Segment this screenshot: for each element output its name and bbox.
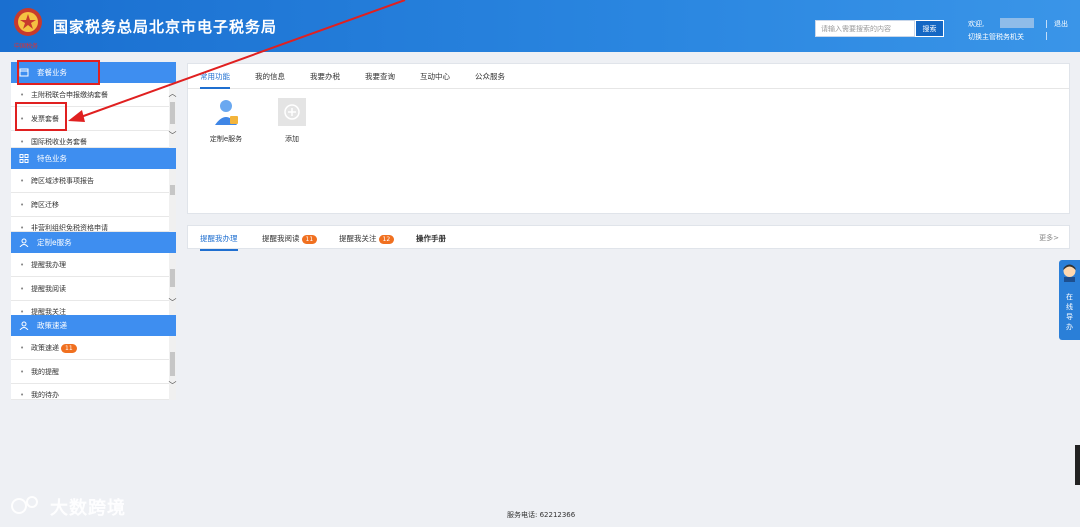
tab-remind-handle[interactable]: 提醒我办理	[200, 233, 238, 251]
site-title[interactable]: 国家税务总局北京市电子税务局	[53, 16, 277, 37]
common-functions-panel: 常用功能 我的信息 我要办税 我要查询 互动中心 公众服务 定制e服务 添加	[187, 63, 1070, 214]
header-separator: |	[1045, 19, 1048, 28]
sidebar-item-remind-follow[interactable]: 提醒我关注	[11, 301, 169, 316]
scrollbar-track[interactable]	[169, 169, 176, 232]
tab-tax-handling[interactable]: 我要办税	[310, 71, 340, 82]
item-label: 政策速递	[31, 344, 59, 352]
sidebar-item-my-reminders[interactable]: 我的提醒	[11, 360, 169, 384]
function-label: 添加	[285, 135, 299, 143]
more-link[interactable]: 更多>	[1039, 233, 1059, 243]
online-guide-button[interactable]: 在线导办	[1059, 260, 1080, 340]
sidebar-item-policy-express[interactable]: 政策速递11	[11, 336, 169, 360]
scroll-thumb[interactable]	[170, 102, 175, 124]
user-icon	[19, 321, 29, 330]
section-title: 定制e服务	[37, 238, 72, 247]
sidebar-item-nonprofit-exemption[interactable]: 非营利组织免税资格申请	[11, 217, 169, 232]
tab-interaction-center[interactable]: 互动中心	[420, 71, 450, 82]
helper-label: 在线导办	[1066, 293, 1073, 331]
user-service-icon	[215, 100, 238, 125]
reminder-panel: 提醒我办理 提醒我阅读 11 提醒我关注 12 操作手册 更多>	[187, 225, 1070, 251]
tab-remind-follow[interactable]: 提醒我关注 12	[339, 233, 395, 244]
annotation-box-invoice	[15, 102, 67, 131]
scroll-thumb[interactable]	[170, 352, 175, 376]
search-button[interactable]: 搜索	[915, 20, 944, 37]
function-label: 定制e服务	[209, 135, 243, 143]
header-separator: |	[1045, 31, 1048, 40]
top-header: 中国税务 国家税务总局北京市电子税务局 请输入需要搜索的内容 搜索 欢迎, | …	[0, 0, 1080, 52]
scroll-down-icon[interactable]: ﹀	[168, 132, 177, 140]
sidebar-item-international-tax[interactable]: 国际税收业务套餐	[11, 131, 169, 148]
annotation-box-package	[17, 60, 100, 85]
tab-manual[interactable]: 操作手册	[416, 233, 446, 244]
user-icon	[19, 238, 29, 247]
sidebar-item-cross-region-report[interactable]: 跨区域涉税事项报告	[11, 169, 169, 193]
assistant-icon	[1063, 264, 1076, 282]
grid-icon	[19, 154, 29, 163]
count-badge: 11	[61, 344, 77, 353]
scroll-thumb[interactable]	[170, 269, 175, 287]
section-title: 政策速递	[37, 321, 67, 330]
search-input[interactable]: 请输入需要搜索的内容	[815, 20, 915, 37]
add-icon	[278, 98, 306, 126]
tab-common-functions[interactable]: 常用功能	[200, 71, 230, 89]
tab-label: 提醒我关注	[339, 234, 377, 243]
sidebar-item-cross-region-move[interactable]: 跨区迁移	[11, 193, 169, 217]
scroll-down-icon[interactable]: ﹀	[168, 382, 177, 390]
scroll-up-icon[interactable]: ︿	[168, 90, 177, 98]
tab-my-info[interactable]: 我的信息	[255, 71, 285, 82]
scroll-down-icon[interactable]: ﹀	[168, 299, 177, 307]
watermark-text: 大数跨境	[50, 498, 126, 519]
count-badge: 12	[378, 235, 395, 244]
sidebar-section-special[interactable]: 特色业务	[11, 148, 176, 169]
tax-emblem-icon	[14, 8, 42, 36]
sidebar-section-custom-service[interactable]: 定制e服务	[11, 232, 176, 253]
username-redacted	[1000, 18, 1034, 28]
logo-subtext: 中国税务	[14, 43, 39, 50]
service-phone: 服务电话: 62212366	[507, 511, 576, 519]
logout-link[interactable]: 退出	[1054, 19, 1068, 29]
tab-query[interactable]: 我要查询	[365, 71, 395, 82]
switch-authority-link[interactable]: 切换主管税务机关	[968, 32, 1024, 42]
sidebar-section-policy[interactable]: 政策速递	[11, 315, 176, 336]
tab-label: 提醒我阅读	[262, 234, 300, 243]
sidebar-item-remind-handle[interactable]: 提醒我办理	[11, 253, 169, 277]
sidebar-item-my-todos[interactable]: 我的待办	[11, 384, 169, 400]
tab-remind-read[interactable]: 提醒我阅读 11	[262, 233, 318, 244]
scroll-thumb[interactable]	[170, 185, 175, 195]
section-title: 特色业务	[37, 154, 67, 163]
tab-public-service[interactable]: 公众服务	[475, 71, 505, 82]
watermark-logo-icon	[11, 496, 38, 514]
function-add[interactable]: 添加	[267, 98, 317, 144]
sidebar-item-remind-read[interactable]: 提醒我阅读	[11, 277, 169, 301]
function-custom-service[interactable]: 定制e服务	[201, 98, 251, 144]
main-tabs: 常用功能 我的信息 我要办税 我要查询 互动中心 公众服务	[188, 64, 1069, 89]
count-badge: 11	[301, 235, 318, 244]
welcome-text: 欢迎,	[968, 20, 985, 28]
side-edge	[1075, 445, 1080, 485]
